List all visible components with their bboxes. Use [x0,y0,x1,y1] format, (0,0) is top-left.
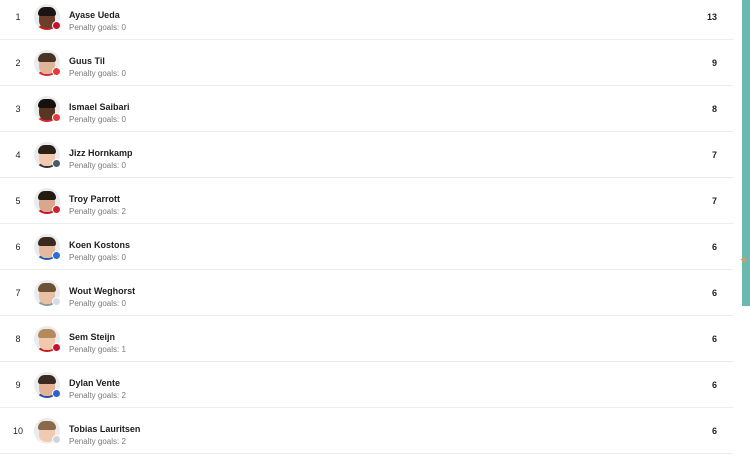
penalty-goals: Penalty goals: 0 [69,115,126,124]
player-name[interactable]: Jizz Hornkamp [69,148,133,158]
player-name[interactable]: Ismael Saibari [69,102,130,112]
player-rank: 4 [15,150,21,160]
goals-count: 9 [711,58,717,68]
penalty-goals: Penalty goals: 0 [69,299,126,308]
player-row[interactable]: 10 Tobias Lauritsen Penalty goals: 2 6 [0,408,733,454]
penalty-goals: Penalty goals: 0 [69,253,126,262]
penalty-goals: Penalty goals: 2 [69,207,126,216]
player-row[interactable]: 6 Koen Kostons Penalty goals: 0 6 [0,224,733,270]
player-row[interactable]: 7 Wout Weghorst Penalty goals: 0 6 [0,270,733,316]
player-rank: 1 [15,12,21,22]
player-row[interactable]: 3 Ismael Saibari Penalty goals: 0 8 [0,86,733,132]
goals-count: 6 [711,334,717,344]
player-row[interactable]: 5 Troy Parrott Penalty goals: 2 7 [0,178,733,224]
player-name[interactable]: Ayase Ueda [69,10,120,20]
team-badge-icon [52,159,61,168]
penalty-goals: Penalty goals: 2 [69,391,126,400]
goals-count: 13 [706,12,717,22]
player-name[interactable]: Troy Parrott [69,194,120,204]
team-badge-icon [52,389,61,398]
penalty-goals: Penalty goals: 0 [69,69,126,78]
goals-count: 6 [711,380,717,390]
goals-count: 6 [711,288,717,298]
player-rank: 8 [15,334,21,344]
player-name[interactable]: Wout Weghorst [69,286,135,296]
goals-count: 7 [711,196,717,206]
team-badge-icon [52,343,61,352]
player-row[interactable]: 2 Guus Til Penalty goals: 0 9 [0,40,733,86]
player-name[interactable]: Dylan Vente [69,378,120,388]
player-rank: 5 [15,196,21,206]
player-row[interactable]: 1 Ayase Ueda Penalty goals: 0 13 [0,0,733,40]
player-name[interactable]: Sem Steijn [69,332,115,342]
player-rank: 6 [15,242,21,252]
team-badge-icon [52,297,61,306]
player-row[interactable]: 9 Dylan Vente Penalty goals: 2 6 [0,362,733,408]
player-rank: 7 [15,288,21,298]
penalty-goals: Penalty goals: 0 [69,23,126,32]
goals-count: 7 [711,150,717,160]
player-row[interactable]: 8 Sem Steijn Penalty goals: 1 6 [0,316,733,362]
player-rank: 2 [15,58,21,68]
goals-count: 6 [711,426,717,436]
player-name[interactable]: Koen Kostons [69,240,130,250]
penalty-goals: Penalty goals: 0 [69,161,126,170]
player-rank: 10 [12,426,23,436]
penalty-goals: Penalty goals: 2 [69,437,126,446]
ornament-icon: ✦ [739,253,750,267]
penalty-goals: Penalty goals: 1 [69,345,126,354]
player-rank: 3 [15,104,21,114]
top-scorers-list: 1 Ayase Ueda Penalty goals: 0 13 2 Guus Til Pe… [0,0,733,460]
player-row[interactable]: 4 Jizz Hornkamp Penalty goals: 0 7 [0,132,733,178]
team-badge-icon [52,251,61,260]
player-name[interactable]: Tobias Lauritsen [69,424,140,434]
goals-count: 6 [711,242,717,252]
team-badge-icon [52,113,61,122]
player-rank: 9 [15,380,21,390]
team-badge-icon [52,435,61,444]
team-badge-icon [52,67,61,76]
goals-count: 8 [711,104,717,114]
team-badge-icon [52,205,61,214]
team-badge-icon [52,21,61,30]
player-name[interactable]: Guus Til [69,56,105,66]
